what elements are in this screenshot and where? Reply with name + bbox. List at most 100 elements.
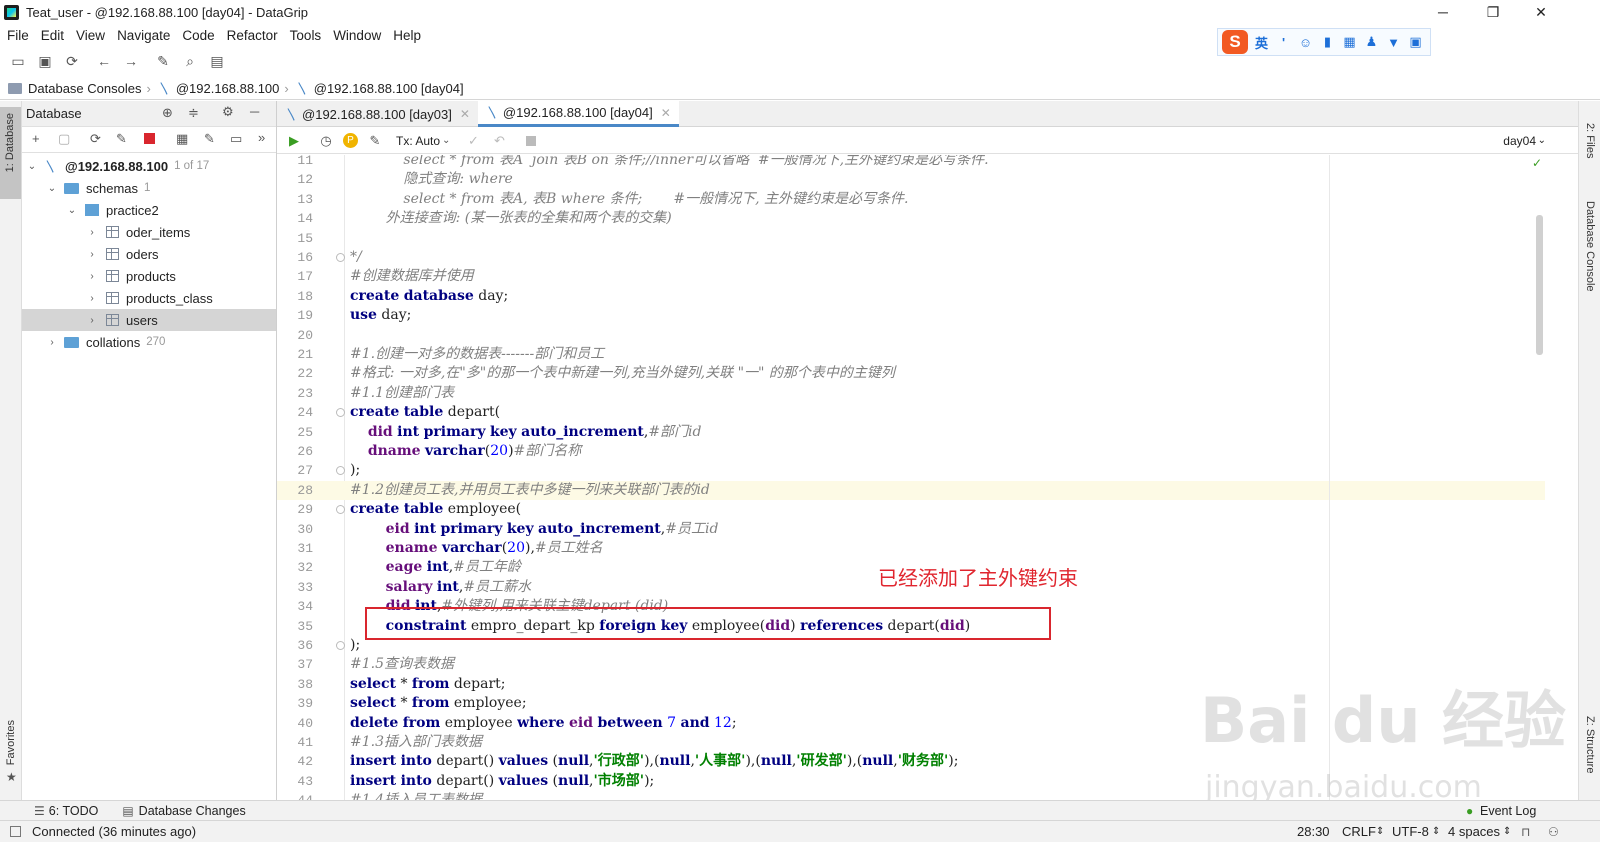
tree-item-table[interactable]: › users [22, 309, 276, 331]
code-line[interactable]: create table employee( [345, 500, 1545, 519]
hide-icon[interactable]: ─ [250, 104, 259, 119]
tree-item-schemas[interactable]: ⌄ schemas 1 [22, 177, 276, 199]
code-line[interactable]: eid int primary key auto_increment,#员工id [345, 520, 1545, 539]
code-line[interactable]: select * from 表A join 表B on 条件;//inner可以… [345, 155, 1545, 170]
menu-help[interactable]: Help [387, 28, 427, 43]
search-icon[interactable]: ⌕ [181, 52, 199, 70]
menu-view[interactable]: View [70, 28, 111, 43]
tree-item-practice2[interactable]: ⌄ practice2 [22, 199, 276, 221]
fold-marker-icon[interactable] [336, 641, 345, 650]
tree-item-collations[interactable]: › collations 270 [22, 331, 276, 353]
menu-code[interactable]: Code [176, 28, 220, 43]
menu-navigate[interactable]: Navigate [111, 28, 176, 43]
menu-file[interactable]: File [0, 28, 35, 43]
code-line[interactable]: #1.2创建员工表,并用员工表中多键一列来关联部门表的id [345, 480, 1545, 501]
status-icon[interactable] [10, 826, 21, 837]
chevron-down-icon[interactable]: ⌄ [46, 183, 58, 194]
copy-icon[interactable]: ▢ [58, 131, 70, 147]
code-line[interactable]: did int primary key auto_increment,#部门id [345, 423, 1545, 442]
console-icon[interactable]: ▭ [230, 131, 242, 147]
tree-item-table[interactable]: › oders [22, 243, 276, 265]
close-icon[interactable]: ✕ [661, 106, 671, 120]
caret-position[interactable]: 28:30 [1297, 824, 1330, 839]
code-line[interactable]: ename varchar(20),#员工姓名 [345, 539, 1545, 558]
edit-icon[interactable]: ✎ [204, 131, 215, 147]
terminal-icon[interactable]: ▤ [208, 52, 226, 70]
file-encoding[interactable]: UTF-8 [1392, 824, 1429, 839]
code-line[interactable]: #格式: 一对多,在"多"的那一个表中新建一列,充当外键列,关联 "一" 的那个… [345, 364, 1545, 383]
more-icon[interactable]: » [258, 130, 265, 145]
breadcrumb-item[interactable]: Database Consoles › [8, 81, 156, 96]
lock-icon[interactable]: ⊓ [1521, 825, 1530, 839]
todo-tab[interactable]: 6: TODO [49, 804, 99, 818]
fold-marker-icon[interactable] [336, 253, 345, 262]
chevron-down-icon[interactable]: ⌄ [66, 205, 78, 216]
tree-item-table[interactable]: › products [22, 265, 276, 287]
menu-refactor[interactable]: Refactor [221, 28, 284, 43]
code-line[interactable]: create database day; [345, 287, 1545, 306]
tree-item-connection[interactable]: ⌄ 〵 @192.168.88.100 1 of 17 [22, 155, 276, 177]
chevron-right-icon[interactable]: › [86, 293, 98, 304]
code-line[interactable]: ); [345, 461, 1545, 480]
stop-icon[interactable] [144, 133, 155, 144]
open-folder-icon[interactable]: ▭ [9, 52, 27, 70]
commit-icon[interactable]: ✓ [464, 132, 482, 150]
breadcrumb-item[interactable]: 〵 @192.168.88.100 › [158, 79, 294, 98]
refresh-icon[interactable]: ⟳ [90, 131, 101, 147]
add-icon[interactable]: + [32, 131, 40, 146]
database-changes-tab[interactable]: Database Changes [139, 804, 246, 818]
tab-day03[interactable]: 〵 @192.168.88.100 [day03] ✕ [277, 101, 478, 127]
chevron-right-icon[interactable]: › [46, 337, 58, 348]
tab-day04[interactable]: 〵 @192.168.88.100 [day04] ✕ [477, 101, 679, 127]
tree-item-table[interactable]: › oder_items [22, 221, 276, 243]
table-icon[interactable]: ▦ [176, 131, 188, 147]
run-icon[interactable]: ▶ [285, 132, 303, 150]
parameters-icon[interactable]: P [343, 133, 358, 148]
database-console-tab[interactable]: Database Console [1584, 201, 1596, 292]
menu-tools[interactable]: Tools [284, 28, 328, 43]
chevron-right-icon[interactable]: › [86, 271, 98, 282]
close-button[interactable]: ✕ [1518, 0, 1564, 24]
code-line[interactable]: create table depart( [345, 403, 1545, 422]
code-line[interactable] [345, 326, 1545, 345]
schema-select[interactable]: day04 [1503, 134, 1536, 148]
rollback-icon[interactable]: ↶ [490, 132, 508, 150]
event-log-tab[interactable]: Event Log [1480, 804, 1536, 818]
forward-icon[interactable]: → [122, 52, 140, 70]
chevron-down-icon[interactable]: ⌄ [26, 161, 38, 172]
menu-window[interactable]: Window [327, 28, 387, 43]
collapse-icon[interactable]: ≑ [188, 105, 199, 121]
back-icon[interactable]: ← [95, 52, 113, 70]
files-tab[interactable]: 2: Files [1584, 123, 1596, 158]
code-line[interactable] [345, 229, 1545, 248]
chevron-right-icon[interactable]: › [86, 315, 98, 326]
favorites-tab[interactable]: Favorites [5, 720, 17, 765]
scrollbar-thumb[interactable] [1536, 215, 1543, 355]
transaction-mode-select[interactable]: Tx: Auto [396, 134, 440, 148]
code-line[interactable]: select * from 表A, 表B where 条件; #一般情况下, 主… [345, 190, 1545, 209]
code-line[interactable]: #1.1创建部门表 [345, 384, 1545, 403]
close-icon[interactable]: ✕ [460, 107, 470, 121]
code-line[interactable]: 隐式查询: where [345, 170, 1545, 189]
settings-icon[interactable]: ✎ [366, 132, 384, 150]
maximize-button[interactable]: ❐ [1470, 0, 1516, 24]
gear-icon[interactable]: ⚙ [222, 104, 234, 120]
code-line[interactable]: dname varchar(20)#部门名称 [345, 442, 1545, 461]
target-icon[interactable]: ⊕ [162, 105, 173, 121]
inspector-icon[interactable]: ⚇ [1548, 825, 1559, 839]
line-separator[interactable]: CRLF [1342, 824, 1376, 839]
database-tool-tab[interactable]: 1: Database [0, 107, 21, 199]
minimize-button[interactable]: ─ [1420, 0, 1466, 24]
menu-edit[interactable]: Edit [35, 28, 70, 43]
code-line[interactable]: */ [345, 248, 1545, 267]
sync-icon[interactable]: ⟳ [63, 52, 81, 70]
properties-icon[interactable]: ✎ [116, 131, 127, 147]
save-icon[interactable]: ▣ [36, 52, 54, 70]
tree-item-table[interactable]: › products_class [22, 287, 276, 309]
code-line[interactable]: use day; [345, 306, 1545, 325]
wrench-icon[interactable]: ✎ [154, 52, 172, 70]
structure-tab[interactable]: Z: Structure [1584, 716, 1596, 773]
chevron-right-icon[interactable]: › [86, 227, 98, 238]
code-line[interactable]: #创建数据库并使用 [345, 267, 1545, 286]
indent-setting[interactable]: 4 spaces [1448, 824, 1500, 839]
